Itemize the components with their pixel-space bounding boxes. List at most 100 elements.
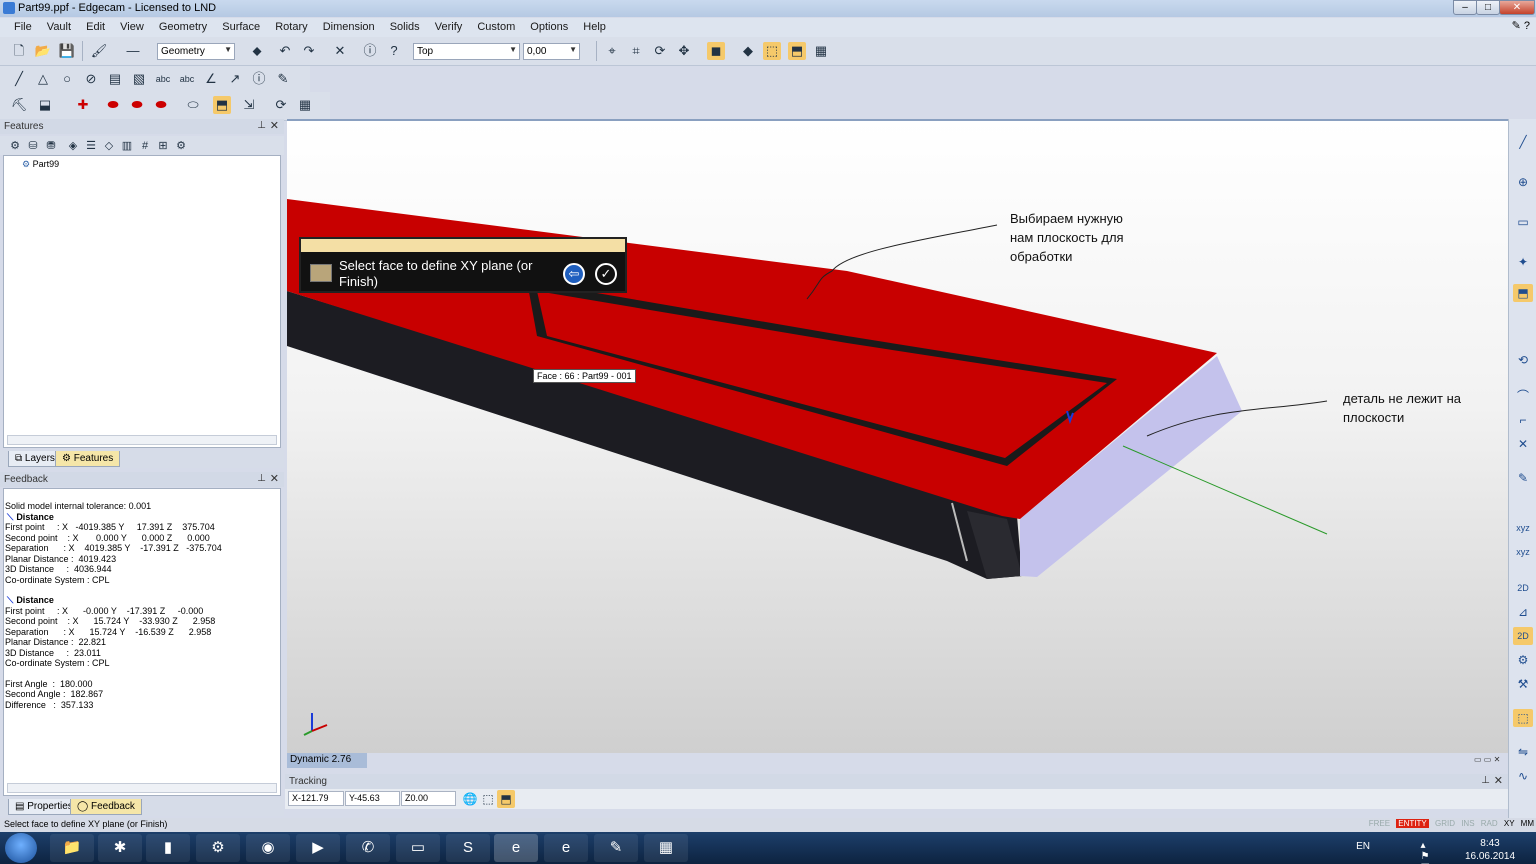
circle-slash-icon[interactable]: ⊘	[82, 70, 100, 88]
menu-solids[interactable]: Solids	[384, 18, 426, 33]
rectangle-icon[interactable]: ▭	[1513, 213, 1533, 231]
tracking-x-field[interactable]: X-121.79	[288, 791, 344, 806]
depth-combo[interactable]: 0,00 ▼	[523, 43, 580, 60]
tracking-y-field[interactable]: Y-45.63	[345, 791, 400, 806]
solid-view-icon[interactable]: ◼	[707, 42, 725, 60]
refresh-icon[interactable]: ⟳	[272, 96, 290, 114]
text-dim-icon[interactable]: abc	[178, 70, 196, 88]
pan-view-icon[interactable]: ✥	[675, 42, 693, 60]
tab-layers[interactable]: ⧉ Layers	[8, 451, 62, 467]
tray-icons[interactable]: ▴ ⚑ ▣ ♪	[1421, 840, 1430, 864]
work-plane-icon[interactable]: ⬒	[788, 42, 806, 60]
info-icon[interactable]: ⓘ	[361, 42, 379, 60]
options-icon[interactable]: ⚙	[172, 137, 190, 155]
menu-options[interactable]: Options	[524, 18, 574, 33]
folder-task-icon[interactable]: ▭	[396, 834, 440, 862]
viber-task-icon[interactable]: ✆	[346, 834, 390, 862]
arrow-line-icon[interactable]: ↗	[226, 70, 244, 88]
minimize-button[interactable]: –	[1453, 0, 1477, 15]
feature-finder-icon[interactable]: ⛏	[10, 96, 28, 114]
grid-icon[interactable]: ▦	[812, 42, 830, 60]
pocket-icon[interactable]: ⬬	[104, 96, 122, 114]
finish-button[interactable]: ✓	[595, 263, 617, 285]
cpl-view-icon[interactable]: ⬚	[763, 42, 781, 60]
back-button[interactable]: ⇦	[563, 263, 585, 285]
status-flag[interactable]: MM	[1521, 819, 1534, 828]
graphics-viewport[interactable]: Select face to define XY plane (or Finis…	[287, 119, 1508, 753]
status-flag[interactable]: GRID	[1435, 819, 1455, 828]
edit-icon[interactable]: ✎	[1513, 469, 1533, 487]
rhombus-icon[interactable]: ◇	[100, 137, 118, 155]
menu-surface[interactable]: Surface	[216, 18, 266, 33]
menu-help[interactable]: Help	[577, 18, 612, 33]
point-icon[interactable]: ✦	[1513, 253, 1533, 271]
line-icon[interactable]: ╱	[10, 70, 28, 88]
text-box-icon[interactable]: ▤	[106, 70, 124, 88]
menu-edit[interactable]: Edit	[80, 18, 111, 33]
status-flag[interactable]: INS	[1461, 819, 1474, 828]
rotate-view-icon[interactable]: ⟳	[651, 42, 669, 60]
pin-icon[interactable]: ⊥	[257, 473, 266, 484]
circle-icon[interactable]: ○	[58, 70, 76, 88]
hammer-icon[interactable]: ⚒	[1513, 675, 1533, 693]
status-flag[interactable]: RAD	[1481, 819, 1498, 828]
snap-icon[interactable]: ⌖	[603, 42, 621, 60]
fillet-icon[interactable]: ⌐	[1513, 411, 1533, 429]
media-task-icon[interactable]: ▶	[296, 834, 340, 862]
save-icon[interactable]: 💾	[58, 42, 76, 60]
solid-import-icon[interactable]: ⬓	[36, 96, 54, 114]
2d-active-icon[interactable]: 2D	[1513, 627, 1533, 645]
status-flag-active[interactable]: ENTITY	[1396, 819, 1429, 828]
status-flag[interactable]: XY	[1504, 819, 1515, 828]
part-3d-model[interactable]	[287, 121, 1508, 753]
close-icon[interactable]: ✕	[270, 119, 279, 132]
menu-verify[interactable]: Verify	[429, 18, 469, 33]
triangle-icon[interactable]: △	[34, 70, 52, 88]
measure-icon[interactable]: ⓘ	[250, 70, 268, 88]
edgecam-task-icon-2[interactable]: e	[544, 834, 588, 862]
color-picker-icon[interactable]: 🖌	[90, 42, 108, 60]
paint-task-icon[interactable]: ✎	[594, 834, 638, 862]
pin-icon[interactable]: ⊥	[1481, 775, 1490, 786]
language-indicator[interactable]: EN	[1356, 841, 1370, 852]
snap-end-icon[interactable]: ⌗	[627, 42, 645, 60]
calculator-task-icon[interactable]: ▦	[644, 834, 688, 862]
cpl-icon[interactable]: ⇲	[240, 96, 258, 114]
rotate-icon[interactable]: ⟲	[1513, 351, 1533, 369]
undo-icon[interactable]: ↶	[276, 42, 294, 60]
globe-icon[interactable]: 🌐	[461, 790, 479, 808]
chrome-task-icon[interactable]: ◉	[246, 834, 290, 862]
menu-dimension[interactable]: Dimension	[317, 18, 381, 33]
cpl-from-face-icon[interactable]: ⬒	[213, 96, 231, 114]
horizontal-scrollbar[interactable]	[7, 783, 277, 793]
zoom-icon[interactable]: ⊕	[1513, 173, 1533, 191]
paint-icon[interactable]: ⬥	[248, 42, 266, 60]
text-icon[interactable]: abc	[154, 70, 172, 88]
boss-icon[interactable]: ⬬	[128, 96, 146, 114]
xyz-offset-icon[interactable]: xyz	[1513, 543, 1533, 561]
trim-icon[interactable]: ✕	[1513, 435, 1533, 453]
filter-icon[interactable]: ⊞	[154, 137, 172, 155]
menu-custom[interactable]: Custom	[471, 18, 521, 33]
2d-icon[interactable]: 2D	[1513, 579, 1533, 597]
edgecam-task-icon[interactable]: e	[494, 834, 538, 862]
arc-icon[interactable]: ⌒	[1513, 387, 1533, 405]
wave-icon[interactable]: ∿	[1513, 767, 1533, 785]
hash-icon[interactable]: #	[136, 137, 154, 155]
cup-icon[interactable]: ⛃	[42, 137, 60, 155]
clock[interactable]: 8:43 16.06.2014	[1460, 837, 1520, 863]
menu-rotary[interactable]: Rotary	[269, 18, 313, 33]
snap-toggle-icon[interactable]: ⬒	[497, 790, 515, 808]
menu-view[interactable]: View	[114, 18, 150, 33]
pin-icon[interactable]: ⊥	[257, 120, 266, 131]
profile-icon[interactable]: ⬬	[152, 96, 170, 114]
new-file-icon[interactable]: 🗋	[10, 42, 28, 60]
menu-geometry[interactable]: Geometry	[153, 18, 213, 33]
status-flag[interactable]: FREE	[1369, 819, 1390, 828]
edit-geometry-icon[interactable]: ✎	[274, 70, 292, 88]
help-icons[interactable]: ✎ ?	[1512, 19, 1530, 32]
diamond-icon[interactable]: ◈	[64, 137, 82, 155]
angle-icon[interactable]: ∠	[202, 70, 220, 88]
tab-features[interactable]: ⚙ Features	[55, 451, 121, 467]
line-tool-icon[interactable]: ╱	[1513, 133, 1533, 151]
